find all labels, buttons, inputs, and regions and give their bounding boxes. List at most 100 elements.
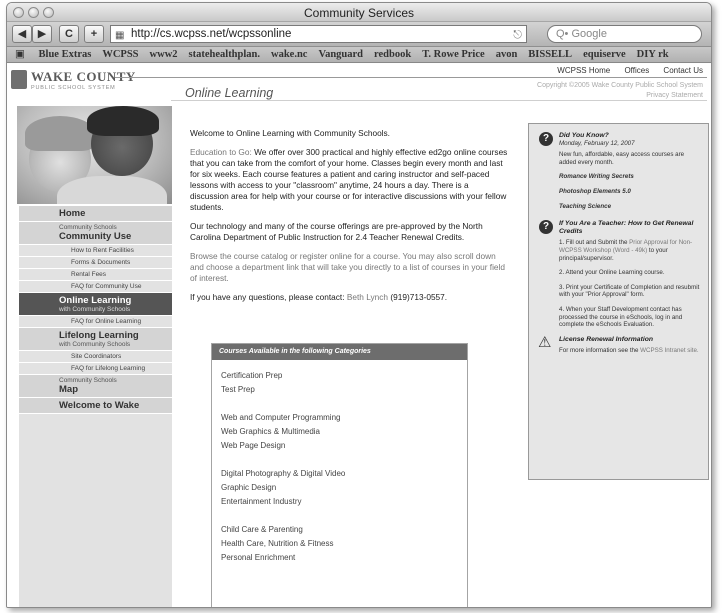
categories-box: Courses Available in the following Categ… [211, 343, 468, 607]
sidebar-item-site-coordinators[interactable]: Site Coordinators [19, 351, 172, 363]
question-icon: ? [539, 220, 553, 235]
search-input[interactable]: Q• Google [547, 25, 702, 43]
child-hair-right [87, 106, 159, 136]
category-link[interactable]: Health Care, Nutrition & Fitness [221, 537, 467, 551]
questions-paragraph: If you have any questions, please contac… [190, 292, 508, 303]
logo-subtitle: PUBLIC SCHOOL SYSTEM [31, 85, 116, 91]
sidebar-map-label: Map [59, 384, 78, 395]
course-link-romance[interactable]: Romance Writing Secrets [537, 173, 700, 181]
forward-button[interactable]: ▶ [32, 25, 52, 43]
add-bookmark-button[interactable]: + [84, 25, 104, 43]
category-link[interactable]: Digital Photography & Digital Video [221, 467, 467, 481]
welcome-text: Welcome to Online Learning with Communit… [190, 128, 390, 138]
children-photo [17, 106, 172, 204]
sidebar-item-lifelong-learning[interactable]: Lifelong Learning with Community Schools [19, 328, 172, 351]
info-date: Monday, February 12, 2007 [559, 139, 635, 147]
child-hair-left [25, 116, 95, 151]
rss-icon[interactable]: ⎋ [513, 27, 522, 43]
step-1: 1. Fill out and Submit the Prior Approva… [537, 239, 700, 262]
step-2: 2. Attend your Online Learning course. [559, 269, 665, 277]
education-paragraph: Education to Go: We offer over 300 pract… [190, 147, 508, 213]
sidebar-lifelong-label: Lifelong Learning [59, 330, 139, 341]
bookmark-item[interactable]: DIY rk [637, 49, 669, 60]
category-link[interactable]: Test Prep [221, 383, 467, 397]
window-title: Community Services [303, 6, 415, 20]
bookmark-item[interactable]: avon [496, 49, 518, 60]
logo-icon [11, 70, 27, 89]
sidebar-item-map[interactable]: Community Schools Map [19, 375, 172, 398]
privacy-link[interactable]: Privacy Statement [537, 91, 703, 101]
sidebar-item-home[interactable]: Home [19, 206, 172, 222]
category-link[interactable]: Certification Prep [221, 369, 467, 383]
top-nav: WCPSS Home Offices Contact Us [545, 66, 703, 75]
top-nav-home[interactable]: WCPSS Home [557, 66, 610, 75]
reload-button[interactable]: C [59, 25, 79, 43]
sidebar-item-rent-facilities[interactable]: How to Rent Facilities [19, 245, 172, 257]
bookmark-item[interactable]: BISSELL [528, 49, 572, 60]
site-logo[interactable]: WAKE COUNTY PUBLIC SCHOOL SYSTEM [11, 67, 159, 97]
sidebar-item-community-use[interactable]: Community Schools Community Use [19, 222, 172, 245]
category-link[interactable]: Child Care & Parenting [221, 523, 467, 537]
step-1-text: 1. Fill out and Submit the [559, 239, 630, 247]
sidebar-item-rental-fees[interactable]: Rental Fees [19, 269, 172, 281]
sidebar-welcome-label: Welcome to Wake [59, 400, 140, 411]
course-link-science[interactable]: Teaching Science [537, 203, 700, 211]
bookmark-item[interactable]: equiserve [583, 49, 626, 60]
course-link-photoshop[interactable]: Photoshop Elements 5.0 [537, 188, 700, 196]
step-3: 3. Print your Certificate of Completion … [559, 283, 700, 299]
license-prefix: For more information see the [559, 347, 641, 355]
sidebar-item-faq-online[interactable]: FAQ for Online Learning [19, 316, 172, 328]
category-link[interactable]: Web Page Design [221, 439, 467, 453]
bookmark-item[interactable]: T. Rowe Price [422, 49, 485, 60]
bookmark-item[interactable]: Vanguard [318, 49, 363, 60]
intranet-link[interactable]: WCPSS Intranet site. [640, 347, 698, 354]
sidebar-lifelong-small: with Community Schools [59, 341, 131, 348]
bookmark-item[interactable]: Blue Extras [39, 49, 92, 60]
child-shirt [57, 176, 167, 204]
category-link[interactable]: Graphic Design [221, 481, 467, 495]
sidebar-community-use-label: Community Use [59, 231, 132, 242]
category-link[interactable]: Personal Enrichment [221, 551, 467, 565]
sidebar-item-faq-community[interactable]: FAQ for Community Use [19, 281, 172, 293]
browser-window: Community Services ◀ ▶ C + ▦ http://cs.w… [6, 2, 712, 608]
teacher-title: If You Are a Teacher: How to Get Renewal… [559, 220, 694, 235]
url-text: http://cs.wcpss.net/wcpssonline [131, 28, 292, 40]
book-icon[interactable]: ▣ [15, 49, 25, 60]
sidebar: Home Community Schools Community Use How… [19, 206, 172, 607]
sidebar-item-online-learning[interactable]: Online Learning with Community Schools [19, 293, 172, 316]
main-content: Welcome to Online Learning with Communit… [190, 128, 508, 311]
contact-phone: (919)713-0557. [388, 292, 448, 302]
browse-paragraph[interactable]: Browse the course catalog or register on… [190, 251, 508, 284]
contact-link[interactable]: Beth Lynch [347, 292, 388, 302]
education-to-go-link[interactable]: Education to Go: [190, 147, 252, 157]
license-heading: ⚠ License Renewal Information [537, 335, 700, 350]
top-nav-contact[interactable]: Contact Us [663, 66, 703, 75]
info-panel: ? Did You Know? Monday, February 12, 200… [528, 123, 709, 480]
license-title: License Renewal Information [559, 335, 654, 343]
bookmark-item[interactable]: statehealthplan. [189, 49, 260, 60]
question-icon: ? [539, 132, 553, 146]
page-title: Online Learning [185, 86, 274, 100]
web-page: WAKE COUNTY PUBLIC SCHOOL SYSTEM WCPSS H… [7, 64, 711, 607]
bookmark-item[interactable]: wake.nc [271, 49, 307, 60]
sidebar-community-small: Community Schools [59, 224, 117, 231]
bookmark-item[interactable]: WCPSS [102, 49, 138, 60]
step-4: 4. When your Staff Development contact h… [559, 305, 683, 329]
sidebar-home-label: Home [59, 208, 86, 219]
top-nav-offices[interactable]: Offices [624, 66, 649, 75]
sidebar-item-forms[interactable]: Forms & Documents [19, 257, 172, 269]
sidebar-item-faq-lifelong[interactable]: FAQ for Lifelong Learning [19, 363, 172, 375]
bookmark-item[interactable]: redbook [374, 49, 411, 60]
bookmark-item[interactable]: www2 [150, 49, 178, 60]
copyright-block: Copyright ©2005 Wake County Public Schoo… [537, 81, 703, 101]
category-link[interactable]: Web Graphics & Multimedia [221, 425, 467, 439]
category-link[interactable]: Web and Computer Programming [221, 411, 467, 425]
browser-toolbar: ◀ ▶ C + ▦ http://cs.wcpss.net/wcpssonlin… [7, 22, 711, 47]
header-divider [115, 77, 707, 78]
warning-icon: ⚠ [538, 333, 552, 351]
back-button[interactable]: ◀ [12, 25, 32, 43]
category-link[interactable]: Entertainment Industry [221, 495, 467, 509]
url-field[interactable]: ▦ http://cs.wcpss.net/wcpssonline ⎋ [110, 25, 527, 43]
questions-prefix: If you have any questions, please contac… [190, 292, 347, 302]
sidebar-item-welcome[interactable]: Welcome to Wake [19, 398, 172, 414]
